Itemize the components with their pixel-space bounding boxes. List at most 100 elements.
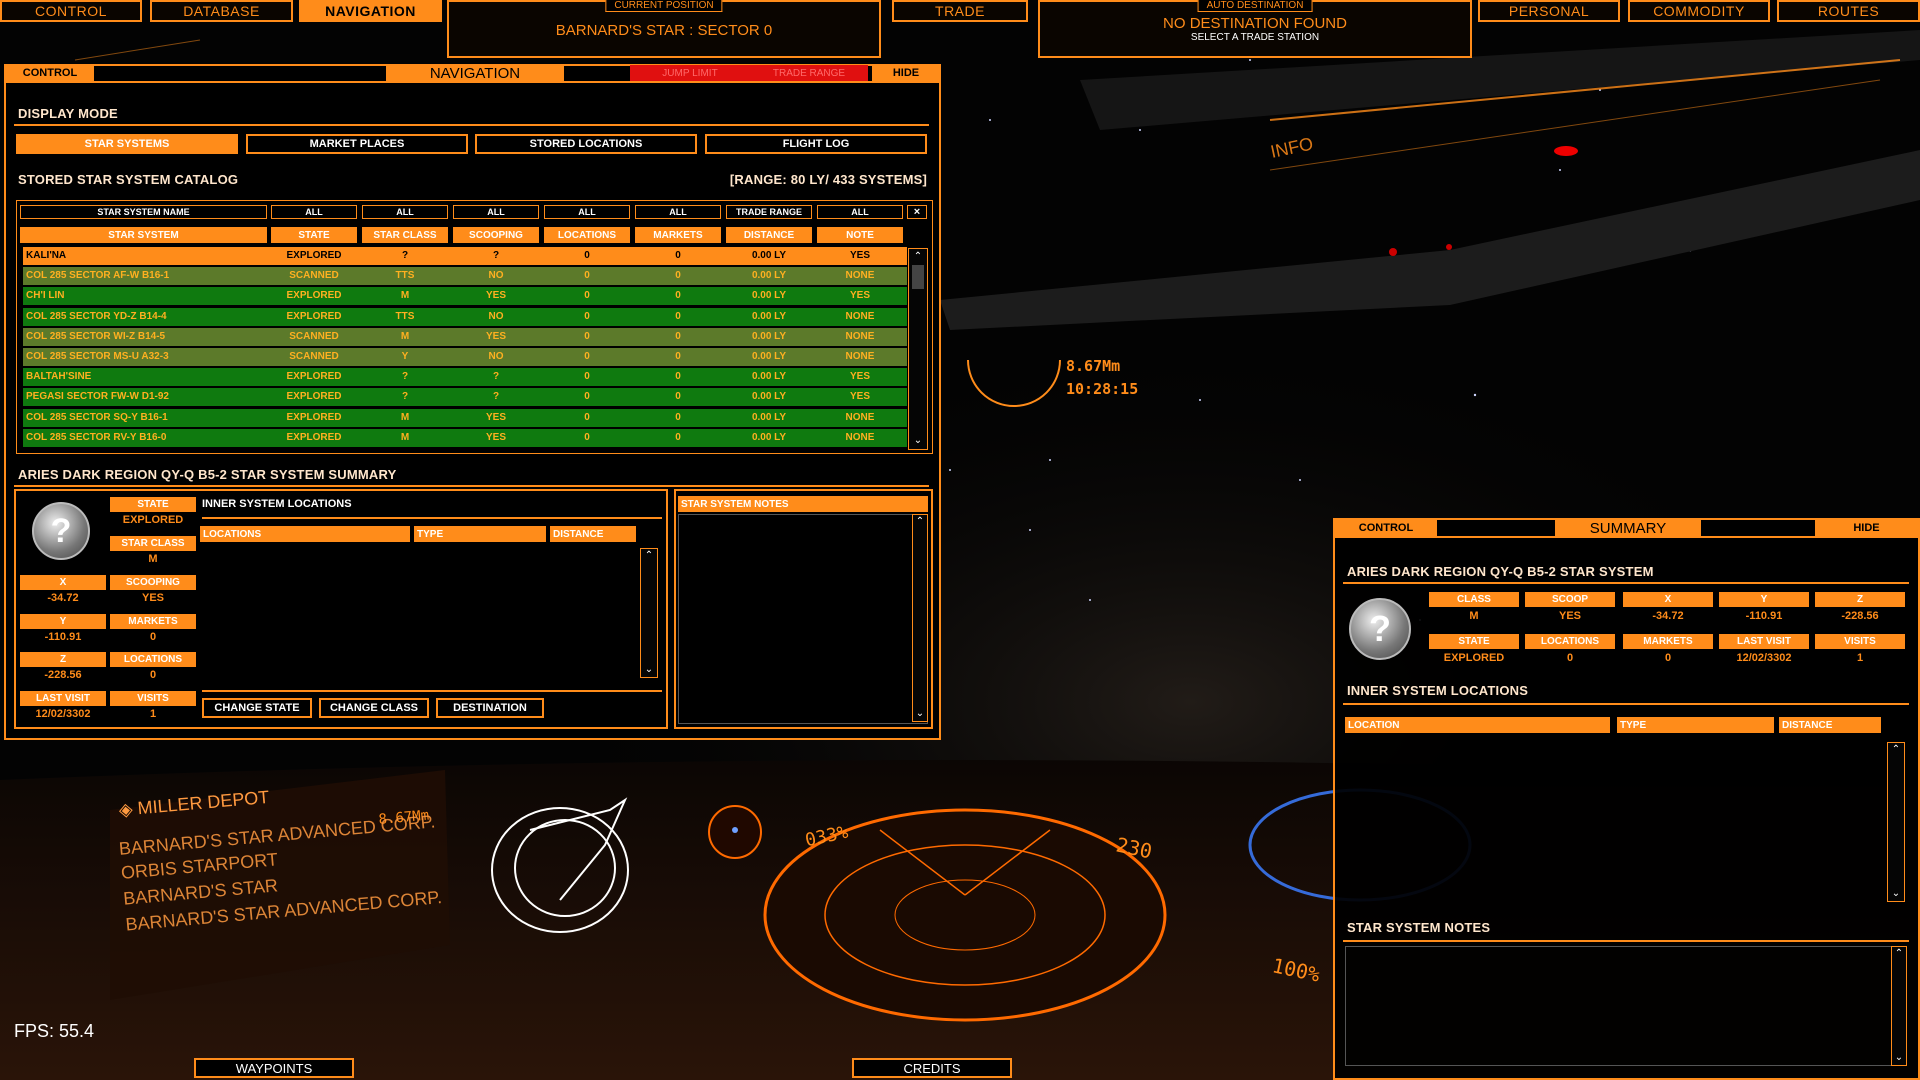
tab-commodity[interactable]: COMMODITY [1628,0,1770,22]
summary-hide-button[interactable]: HIDE [1815,520,1918,536]
col-star-system[interactable]: STAR SYSTEM [20,227,267,243]
change-class-button[interactable]: CHANGE CLASS [319,698,429,718]
scroll-up-arrow[interactable]: ⌃ [909,252,927,262]
filter-distance[interactable]: TRADE RANGE [726,205,812,219]
tab-market-places[interactable]: MARKET PLACES [246,134,468,154]
summary-locations-scrollbar[interactable]: ⌃ ⌄ [1887,742,1905,902]
table-cell: NO [488,310,504,322]
change-state-button[interactable]: CHANGE STATE [202,698,312,718]
scroll-thumb[interactable] [912,265,924,289]
table-row[interactable]: COL 285 SECTOR SQ-Y B16-1 EXPLORED M YES 0 0 0… [23,408,907,427]
table-cell: 0.00 LY [751,290,787,302]
table-cell: TTS [395,270,415,282]
display-mode-label: DISPLAY MODE [18,106,118,121]
scroll-down-arrow[interactable]: ⌄ [909,436,927,446]
tab-stored-locations[interactable]: STORED LOCATIONS [475,134,697,154]
inner-scroll-up-arrow[interactable]: ⌃ [641,551,657,561]
table-row[interactable]: BALTAH'SINE EXPLORED?? 0 0 0.00 LY YES [23,368,907,387]
filter-clear-button[interactable]: × [907,205,927,219]
filter-note[interactable]: ALL [817,205,903,219]
table-row[interactable]: KALI'NA EXPLORED?? 0 0 0.00 LY YES [23,247,907,265]
table-row[interactable]: COL 285 SECTOR RV-Y B16-0 EXPLORED M YES 0 0 0… [23,428,907,447]
col-star-class[interactable]: STAR CLASS [362,227,448,243]
filter-star-class[interactable]: ALL [362,205,448,219]
summary-scroll-down-arrow[interactable]: ⌄ [1888,889,1904,899]
table-cell: 0.00 LY [751,411,787,423]
table-cell: YES [849,371,870,383]
table-cell: 0 [584,270,590,282]
table-row[interactable]: COL 285 SECTOR WI-Z B14-5 SCANNED M YES 0 0 0.… [23,327,907,346]
summary-locations-label: LOCATIONS [1525,634,1615,649]
summary-panel: CONTROL SUMMARY HIDE ARIES DARK REGION Q… [1333,518,1920,1080]
table-row[interactable]: COL 285 SECTOR MS-U A32-3 SCANNED Y NO 0 0 0.0… [23,348,907,366]
summary-col-location[interactable]: LOCATION [1345,717,1610,733]
inner-locations-scrollbar[interactable]: ⌃ ⌄ [640,548,658,678]
table-cell: 0 [675,351,681,362]
summary-notes-textarea[interactable] [1345,946,1897,1066]
tab-control[interactable]: CONTROL [0,0,142,22]
table-cell: NONE [845,411,875,423]
col-distance[interactable]: DISTANCE [726,227,812,243]
col-locations[interactable]: LOCATIONS [544,227,630,243]
tab-personal[interactable]: PERSONAL [1478,0,1620,22]
col-state[interactable]: STATE [271,227,357,243]
col-scooping[interactable]: SCOOPING [453,227,539,243]
filter-state[interactable]: ALL [271,205,357,219]
tab-database[interactable]: DATABASE [150,0,293,22]
filter-name[interactable]: STAR SYSTEM NAME [20,205,267,219]
table-cell: 0 [584,330,590,342]
summary-notes-scroll-up-arrow[interactable]: ⌃ [1892,949,1906,959]
x-value: -34.72 [47,592,79,604]
summary-class-value: M [1469,610,1479,622]
inner-col-locations[interactable]: LOCATIONS [200,526,410,542]
nav-control-tab[interactable]: CONTROL [6,65,94,81]
target-distance: 8.67Mm [1066,357,1121,375]
table-row[interactable]: CH'I LIN EXPLORED M YES 0 0 0.00 LY YES [23,287,907,306]
table-cell: 0 [584,431,590,443]
summary-scroll-up-arrow[interactable]: ⌃ [1888,745,1904,755]
inner-col-type[interactable]: TYPE [414,526,546,542]
star-class-value: M [148,553,158,565]
tab-star-systems[interactable]: STAR SYSTEMS [16,134,238,154]
summary-notes-scrollbar[interactable]: ⌃ ⌄ [1891,946,1907,1066]
hud-clock: 10:28:15 [1066,380,1139,398]
tab-routes[interactable]: ROUTES [1777,0,1920,22]
col-markets[interactable]: MARKETS [635,227,721,243]
col-note[interactable]: NOTE [817,227,903,243]
tab-flight-log[interactable]: FLIGHT LOG [705,134,927,154]
filter-markets[interactable]: ALL [635,205,721,219]
summary-notes-scroll-down-arrow[interactable]: ⌄ [1892,1053,1906,1063]
destination-button[interactable]: DESTINATION [436,698,544,718]
filter-locations[interactable]: ALL [544,205,630,219]
filter-scooping[interactable]: ALL [453,205,539,219]
table-cell: 0 [584,310,590,322]
tab-trade[interactable]: TRADE [892,0,1028,22]
notes-scroll-up-arrow[interactable]: ⌃ [913,517,927,527]
table-cell: EXPLORED [286,391,342,403]
nav-hide-button[interactable]: HIDE [872,65,940,81]
inner-scroll-down-arrow[interactable]: ⌄ [641,665,657,675]
jump-limit-toggle[interactable]: JUMP LIMIT [630,65,750,81]
table-cell: 0.00 LY [751,431,787,443]
table-cell: KALI'NA [26,250,67,261]
notes-textarea[interactable] [678,514,928,724]
table-cell: 0 [675,371,681,383]
summary-col-type[interactable]: TYPE [1617,717,1774,733]
catalog-title: STORED STAR SYSTEM CATALOG [18,172,239,187]
inner-col-distance[interactable]: DISTANCE [550,526,636,542]
trade-range-toggle[interactable]: TRADE RANGE [750,65,868,81]
table-row[interactable]: COL 285 SECTOR YD-Z B14-4 EXPLORED TTS NO 0 0… [23,307,907,326]
table-row[interactable]: PEGASI SECTOR FW-W D1-92 EXPLORED?? 0 0 0.00… [23,388,907,407]
summary-col-distance[interactable]: DISTANCE [1779,717,1881,733]
notes-scrollbar[interactable]: ⌃ ⌄ [912,514,928,722]
catalog-scrollbar[interactable]: ⌃ ⌄ [908,248,928,450]
table-row[interactable]: COL 285 SECTOR AF-W B16-1 SCANNED TTS NO 0 0 0… [23,267,907,286]
auto-destination-hint: SELECT A TRADE STATION [1190,32,1320,43]
credits-tab[interactable]: CREDITS [852,1058,1012,1078]
notes-scroll-down-arrow[interactable]: ⌄ [913,709,927,719]
summary-control-tab[interactable]: CONTROL [1335,520,1437,536]
table-cell: NO [488,351,504,362]
table-cell: CH'I LIN [26,290,65,302]
waypoints-tab[interactable]: WAYPOINTS [194,1058,354,1078]
tab-navigation[interactable]: NAVIGATION [299,0,442,22]
